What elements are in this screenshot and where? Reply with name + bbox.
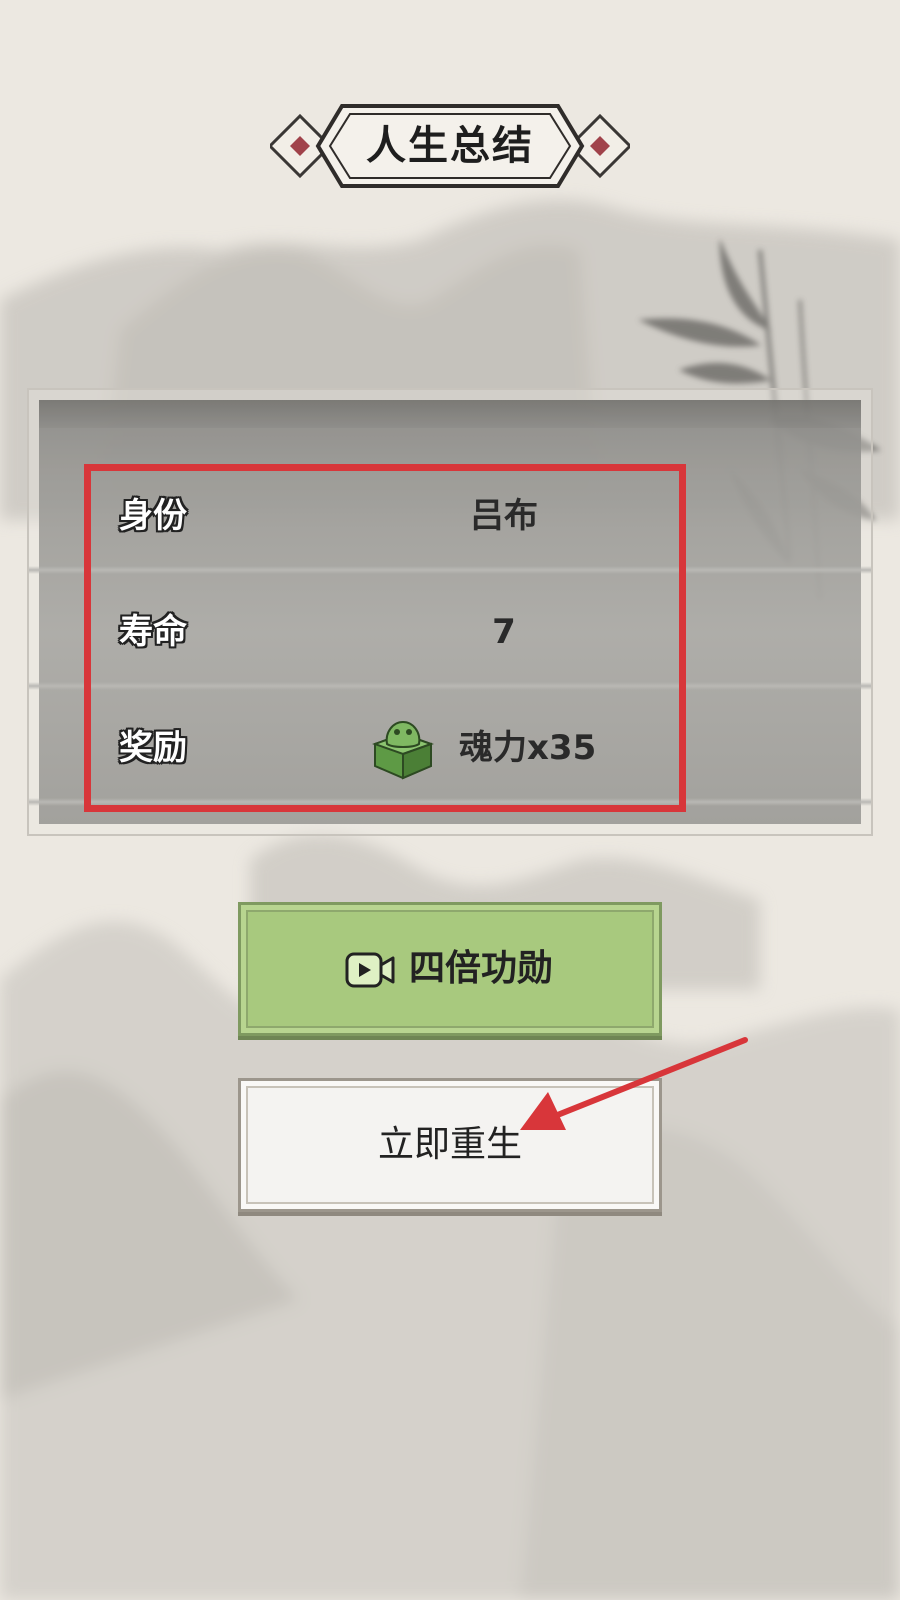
quadruple-merit-button[interactable]: 四倍功勋 <box>238 902 662 1036</box>
title-banner: 人生总结 <box>270 100 630 192</box>
page-title: 人生总结 <box>366 123 534 169</box>
pointer-arrow <box>520 1037 748 1130</box>
quadruple-merit-label: 四倍功勋 <box>409 948 554 989</box>
video-icon <box>345 952 395 988</box>
highlight-box <box>84 464 686 812</box>
